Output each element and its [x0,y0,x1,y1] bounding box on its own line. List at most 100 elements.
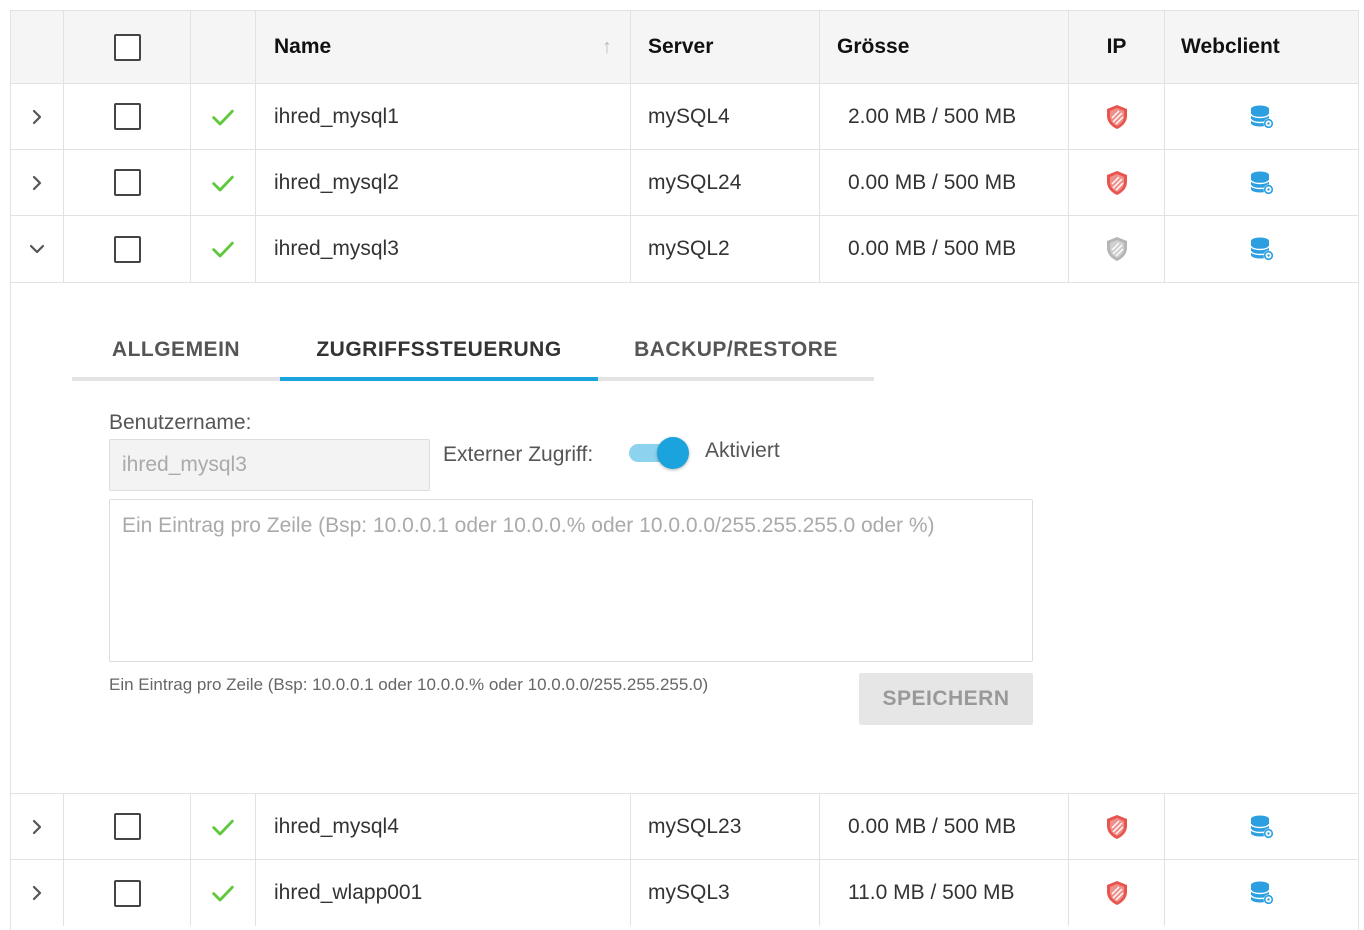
check-icon [212,819,234,835]
db-server-text: mySQL23 [648,814,742,838]
tab-zugriffssteuerung[interactable]: ZUGRIFFSSTEUERUNG [280,323,598,377]
webclient-cell [1165,794,1358,859]
tab-backup-restore[interactable]: BACKUP/RESTORE [598,323,874,377]
header-name-col[interactable]: Name ↑ [256,11,631,83]
toggle-state-label: Aktiviert [705,439,780,462]
allowed-hosts-textarea[interactable]: Ein Eintrag pro Zeile (Bsp: 10.0.0.1 ode… [109,499,1033,662]
webclient-cell [1165,84,1358,149]
username-value: ihred_mysql3 [122,453,247,476]
check-icon [212,885,234,902]
status-cell [191,150,256,215]
db-name-text: ihred_mysql1 [274,104,399,128]
toggle-knob[interactable] [657,437,689,469]
row-checkbox[interactable] [113,879,141,907]
header-ip-col: IP [1069,11,1165,83]
database-icon[interactable] [1249,236,1275,262]
header-webclient-col: Webclient [1165,11,1358,83]
header-server-col: Server [631,11,820,83]
input-hint: Ein Eintrag pro Zeile (Bsp: 10.0.0.1 ode… [109,675,709,694]
ip-cell [1069,216,1165,282]
database-icon[interactable] [1249,880,1275,906]
expand-toggle[interactable] [11,794,64,859]
db-name: ihred_wlapp001 [256,860,631,926]
row-checkbox[interactable] [113,169,141,196]
database-table: Name ↑ Server Grösse IP Webclient ihred_… [10,10,1359,930]
db-size-text: 0.00 MB / 500 MB [848,814,1017,838]
select-all-checkbox[interactable] [113,33,141,61]
chevron-right-icon[interactable] [25,105,49,129]
ip-cell [1069,794,1165,859]
table-row[interactable]: ihred_mysql4 mySQL23 0.00 MB / 500 MB [11,794,1358,860]
db-size-text: 11.0 MB / 500 MB [848,881,1015,904]
header-status-col [191,11,256,83]
username-label: Benutzername: [109,411,252,434]
db-size: 0.00 MB / 500 MB [820,216,1069,282]
webclient-cell [1165,150,1358,215]
row-select [64,216,191,282]
shield-icon[interactable] [1105,814,1129,840]
row-checkbox[interactable] [113,103,141,130]
db-server: mySQL23 [631,794,820,859]
expand-toggle[interactable] [11,150,64,215]
db-server: mySQL3 [631,860,820,926]
save-button[interactable]: SPEICHERN [859,673,1033,725]
header-expand-col [11,11,64,83]
header-size-col: Grösse [820,11,1069,83]
username-field: ihred_mysql3 [109,439,430,491]
header-server-label: Server [648,35,714,58]
db-name-text: ihred_mysql3 [274,237,399,260]
db-server-text: mySQL2 [648,237,730,260]
table-row[interactable]: ihred_mysql1 mySQL4 2.00 MB / 500 MB [11,84,1358,150]
db-size-text: 0.00 MB / 500 MB [848,237,1017,260]
shield-icon[interactable] [1105,170,1129,196]
sort-asc-icon[interactable]: ↑ [602,36,612,59]
db-size: 0.00 MB / 500 MB [820,150,1069,215]
ip-cell [1069,150,1165,215]
webclient-cell [1165,860,1358,926]
ip-cell [1069,860,1165,926]
row-detail-panel: ALLGEMEIN ZUGRIFFSSTEUERUNG BACKUP/RESTO… [11,283,1358,794]
shield-icon[interactable] [1105,880,1129,906]
detail-tabs: ALLGEMEIN ZUGRIFFSSTEUERUNG BACKUP/RESTO… [72,323,874,381]
db-name: ihred_mysql3 [256,216,631,282]
database-icon[interactable] [1249,170,1275,196]
database-icon[interactable] [1249,104,1275,130]
table-row[interactable]: ihred_mysql2 mySQL24 0.00 MB / 500 MB [11,150,1358,216]
webclient-cell [1165,216,1358,282]
expand-toggle[interactable] [11,84,64,149]
expand-toggle[interactable] [11,860,64,926]
chevron-right-icon[interactable] [25,815,49,839]
db-server-text: mySQL3 [648,881,730,904]
row-checkbox[interactable] [113,813,141,840]
check-icon [212,241,234,258]
table-row[interactable]: ihred_wlapp001 mySQL3 11.0 MB / 500 MB [11,860,1358,926]
check-icon [212,175,234,191]
chevron-right-icon[interactable] [25,171,49,195]
chevron-right-icon[interactable] [25,881,49,905]
tab-allgemein[interactable]: ALLGEMEIN [72,323,280,377]
row-select [64,84,191,149]
external-access-toggle[interactable] [629,437,689,469]
status-cell [191,860,256,926]
shield-icon[interactable] [1105,104,1129,130]
status-cell [191,84,256,149]
chevron-down-icon[interactable] [25,237,49,261]
active-tab-indicator [280,377,598,381]
db-name-text: ihred_mysql4 [274,814,399,838]
table-row[interactable]: ihred_mysql3 mySQL2 0.00 MB / 500 MB [11,216,1358,283]
status-cell [191,794,256,859]
status-cell [191,216,256,282]
db-size: 2.00 MB / 500 MB [820,84,1069,149]
db-server: mySQL2 [631,216,820,282]
expand-toggle[interactable] [11,216,64,282]
header-size-label: Grösse [837,35,910,58]
db-server: mySQL4 [631,84,820,149]
db-name: ihred_mysql1 [256,84,631,149]
external-access-label: Externer Zugriff: [443,443,594,466]
db-server: mySQL24 [631,150,820,215]
database-icon[interactable] [1249,814,1275,840]
shield-icon[interactable] [1105,236,1129,262]
db-size: 0.00 MB / 500 MB [820,794,1069,859]
db-server-text: mySQL24 [648,170,742,194]
row-checkbox[interactable] [113,235,141,263]
